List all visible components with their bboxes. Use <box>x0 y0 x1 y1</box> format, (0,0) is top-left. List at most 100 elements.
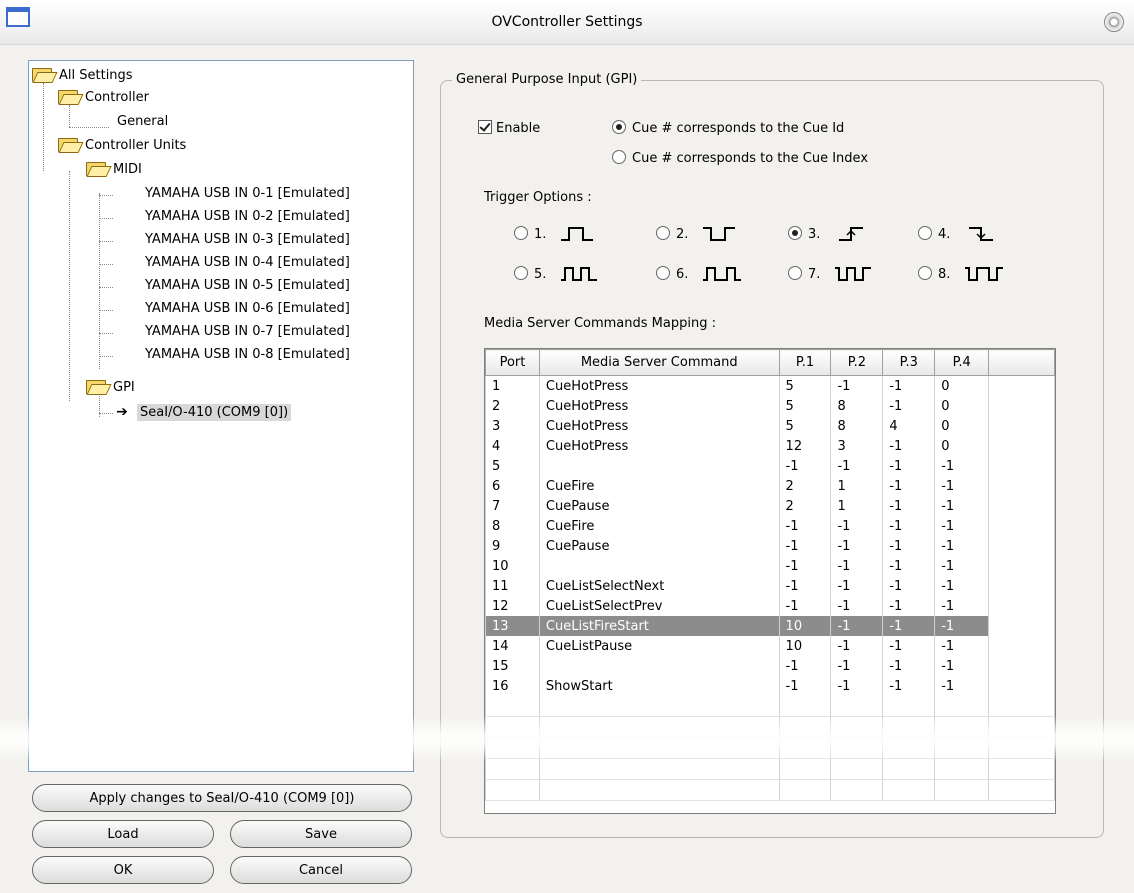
column-header-p2[interactable]: P.2 <box>830 349 884 376</box>
tree-item-midi-device[interactable]: YAMAHA USB IN 0-7 [Emulated] <box>145 321 350 343</box>
trigger-option-5[interactable]: 5. <box>514 266 601 282</box>
cell-port: 8 <box>485 516 540 536</box>
tree-item-gpi[interactable]: GPI <box>85 377 135 399</box>
table-row[interactable]: 12 CueListSelectPrev -1 -1 -1 -1 <box>485 596 1055 616</box>
table-row[interactable]: 2 CueHotPress 5 8 -1 0 <box>485 396 1055 416</box>
table-row[interactable]: 1 CueHotPress 5 -1 -1 0 <box>485 375 1055 396</box>
cell-command: CueListFireStart <box>538 616 780 636</box>
trigger-option-3[interactable]: 3. <box>788 226 869 242</box>
table-empty-row <box>485 758 1055 780</box>
trigger-option-6[interactable]: 6. <box>656 266 743 282</box>
cell-command: CueHotPress <box>538 396 780 416</box>
table-row-selected[interactable]: 13 CueListFireStart 10 -1 -1 -1 <box>485 616 1055 636</box>
cell-p2: -1 <box>830 636 884 656</box>
column-header-p4[interactable]: P.4 <box>934 349 990 376</box>
cell-command: CueFire <box>538 516 780 536</box>
close-icon[interactable] <box>1104 12 1124 32</box>
table-row[interactable]: 15 -1 -1 -1 -1 <box>485 656 1055 676</box>
table-row[interactable]: 14 CueListPause 10 -1 -1 -1 <box>485 636 1055 656</box>
cell-port: 1 <box>485 375 540 396</box>
tree-item-midi-device[interactable]: YAMAHA USB IN 0-2 [Emulated] <box>145 206 350 228</box>
table-row[interactable]: 4 CueHotPress 12 3 -1 0 <box>485 436 1055 456</box>
cell-command: CuePause <box>538 536 780 556</box>
tree-item-midi-device[interactable]: YAMAHA USB IN 0-3 [Emulated] <box>145 229 350 251</box>
table-row[interactable]: 10 -1 -1 -1 -1 <box>485 556 1055 576</box>
cell-p3: -1 <box>882 656 936 676</box>
cell-p1: -1 <box>778 556 832 576</box>
trigger-option-7[interactable]: 7. <box>788 266 875 282</box>
cue-id-radio[interactable]: Cue # corresponds to the Cue Id <box>612 120 844 136</box>
tree-line <box>99 287 113 288</box>
table-row[interactable]: 8 CueFire -1 -1 -1 -1 <box>485 516 1055 536</box>
table-row[interactable]: 6 CueFire 2 1 -1 -1 <box>485 476 1055 496</box>
cue-index-radio[interactable]: Cue # corresponds to the Cue Index <box>612 150 868 166</box>
tree-line <box>69 127 109 128</box>
cell-p2: -1 <box>830 516 884 536</box>
cell-command <box>538 656 780 676</box>
tree-item-midi-device[interactable]: YAMAHA USB IN 0-6 [Emulated] <box>145 298 350 320</box>
apply-changes-button[interactable]: Apply changes to SeaI/O-410 (COM9 [0]) <box>32 784 412 812</box>
column-header-p1[interactable]: P.1 <box>778 349 832 376</box>
ok-button[interactable]: OK <box>32 856 214 884</box>
tree-item-gpi-device[interactable]: ➔ SeaI/O-410 (COM9 [0]) <box>115 401 292 423</box>
save-button[interactable]: Save <box>230 820 412 848</box>
cell-p4: -1 <box>934 656 990 676</box>
tree-item-controller-units[interactable]: Controller Units <box>57 135 186 157</box>
column-header-port[interactable]: Port <box>485 349 540 376</box>
table-row[interactable]: 7 CuePause 2 1 -1 -1 <box>485 496 1055 516</box>
cell-filler <box>988 436 1055 456</box>
cell-p4: -1 <box>934 476 990 496</box>
tree-item-midi-device[interactable]: YAMAHA USB IN 0-5 [Emulated] <box>145 275 350 297</box>
cell-port: 13 <box>485 616 540 636</box>
cell-command: CueHotPress <box>538 436 780 456</box>
enable-checkbox[interactable]: Enable <box>478 120 540 136</box>
rising-edge-icon <box>838 227 863 241</box>
cell-port: 9 <box>485 536 540 556</box>
table-row[interactable]: 3 CueHotPress 5 8 4 0 <box>485 416 1055 436</box>
load-button[interactable]: Load <box>32 820 214 848</box>
cell-command <box>538 556 780 576</box>
tree-item-controller[interactable]: Controller <box>57 87 149 109</box>
tree-item-midi-device[interactable]: YAMAHA USB IN 0-1 [Emulated] <box>145 183 350 205</box>
cell-filler <box>988 516 1055 536</box>
tree-item-all-settings[interactable]: All Settings <box>31 65 133 87</box>
table-row[interactable]: 9 CuePause -1 -1 -1 -1 <box>485 536 1055 556</box>
tree-item-midi-device[interactable]: YAMAHA USB IN 0-8 [Emulated] <box>145 344 350 366</box>
cell-p1: -1 <box>778 576 832 596</box>
cell-filler <box>988 576 1055 596</box>
cell-filler <box>988 496 1055 516</box>
table-row[interactable]: 11 CueListSelectNext -1 -1 -1 -1 <box>485 576 1055 596</box>
tree-line <box>99 413 113 414</box>
cell-port: 11 <box>485 576 540 596</box>
radio-empty-icon <box>656 226 670 240</box>
open-folder-icon <box>57 137 79 152</box>
cell-p4: -1 <box>934 596 990 616</box>
table-row[interactable]: 5 -1 -1 -1 -1 <box>485 456 1055 476</box>
trigger-option-4[interactable]: 4. <box>918 226 999 242</box>
tree-item-general[interactable]: General <box>117 111 168 133</box>
settings-tree[interactable]: All Settings Controller General Controll… <box>28 60 414 772</box>
trigger-option-8[interactable]: 8. <box>918 266 1005 282</box>
trigger-option-2[interactable]: 2. <box>656 226 737 242</box>
column-header-p3[interactable]: P.3 <box>882 349 936 376</box>
group-title: General Purpose Input (GPI) <box>452 72 642 87</box>
cancel-button[interactable]: Cancel <box>230 856 412 884</box>
cell-p3: -1 <box>882 496 936 516</box>
commands-mapping-table[interactable]: Port Media Server Command P.1 P.2 P.3 P.… <box>484 348 1056 814</box>
table-row[interactable]: 16 ShowStart -1 -1 -1 -1 <box>485 676 1055 696</box>
trigger-option-1[interactable]: 1. <box>514 226 595 242</box>
cell-port: 15 <box>485 656 540 676</box>
radio-selected-icon <box>612 120 626 134</box>
tree-item-midi[interactable]: MIDI <box>85 159 142 181</box>
checkbox-checked-icon <box>478 120 492 134</box>
cell-p3: -1 <box>882 536 936 556</box>
cell-p4: -1 <box>934 516 990 536</box>
cell-p4: -1 <box>934 636 990 656</box>
column-header-command[interactable]: Media Server Command <box>538 349 780 376</box>
cell-p1: -1 <box>778 516 832 536</box>
table-empty-row <box>485 737 1055 759</box>
cell-p1: -1 <box>778 456 832 476</box>
tree-item-midi-device[interactable]: YAMAHA USB IN 0-4 [Emulated] <box>145 252 350 274</box>
cell-command: CueFire <box>538 476 780 496</box>
cell-p3: -1 <box>882 396 936 416</box>
